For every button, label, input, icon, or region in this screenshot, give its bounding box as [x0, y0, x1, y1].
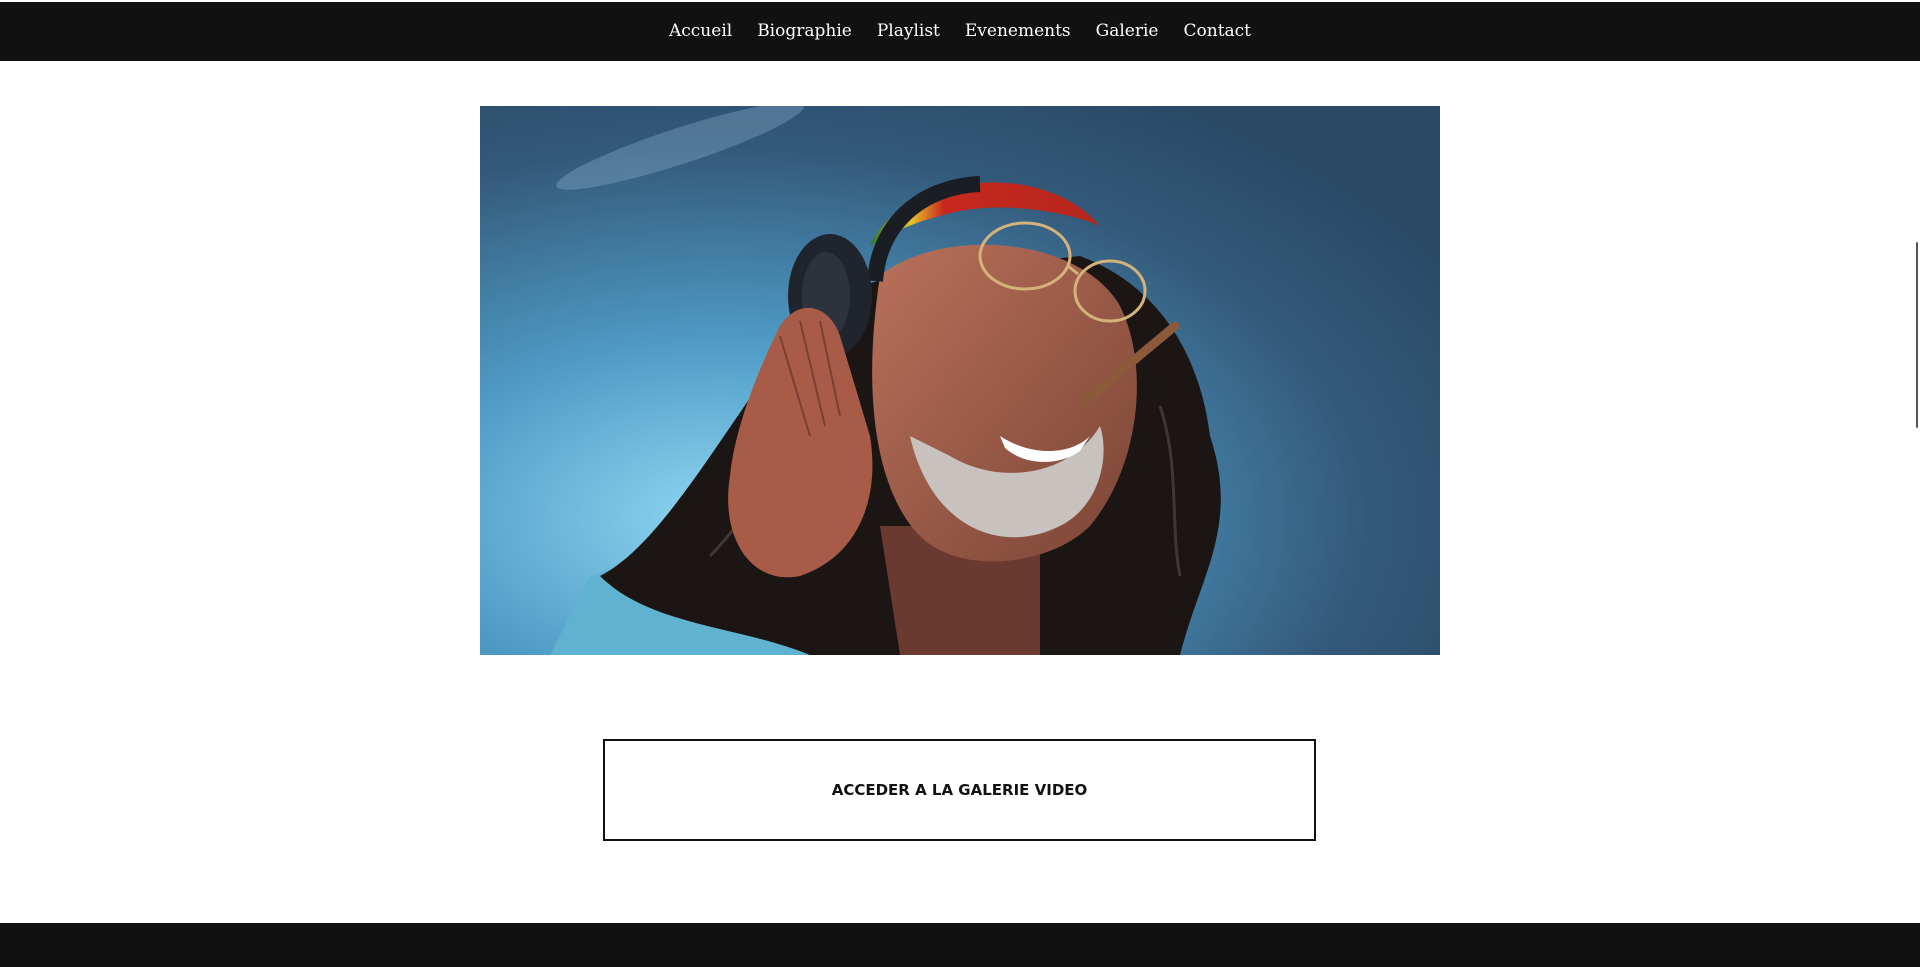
nav-item-biographie[interactable]: Biographie: [745, 2, 865, 61]
main-nav: Accueil Biographie Playlist Evenements G…: [0, 2, 1920, 61]
nav-item-contact[interactable]: Contact: [1171, 2, 1264, 61]
top-navigation-bar: Accueil Biographie Playlist Evenements G…: [0, 2, 1920, 61]
nav-item-galerie[interactable]: Galerie: [1083, 2, 1171, 61]
nav-item-evenements[interactable]: Evenements: [952, 2, 1083, 61]
nav-item-playlist[interactable]: Playlist: [864, 2, 952, 61]
hero-illustration: [480, 106, 1440, 655]
video-gallery-button[interactable]: ACCEDER A LA GALERIE VIDEO: [603, 739, 1316, 841]
video-gallery-button-label: ACCEDER A LA GALERIE VIDEO: [831, 781, 1088, 799]
nav-item-accueil[interactable]: Accueil: [656, 2, 744, 61]
scrollbar-thumb[interactable]: [1916, 242, 1918, 428]
vertical-scrollbar[interactable]: [1914, 0, 1920, 967]
footer-bar: [0, 923, 1920, 967]
hero-image: [480, 106, 1440, 655]
